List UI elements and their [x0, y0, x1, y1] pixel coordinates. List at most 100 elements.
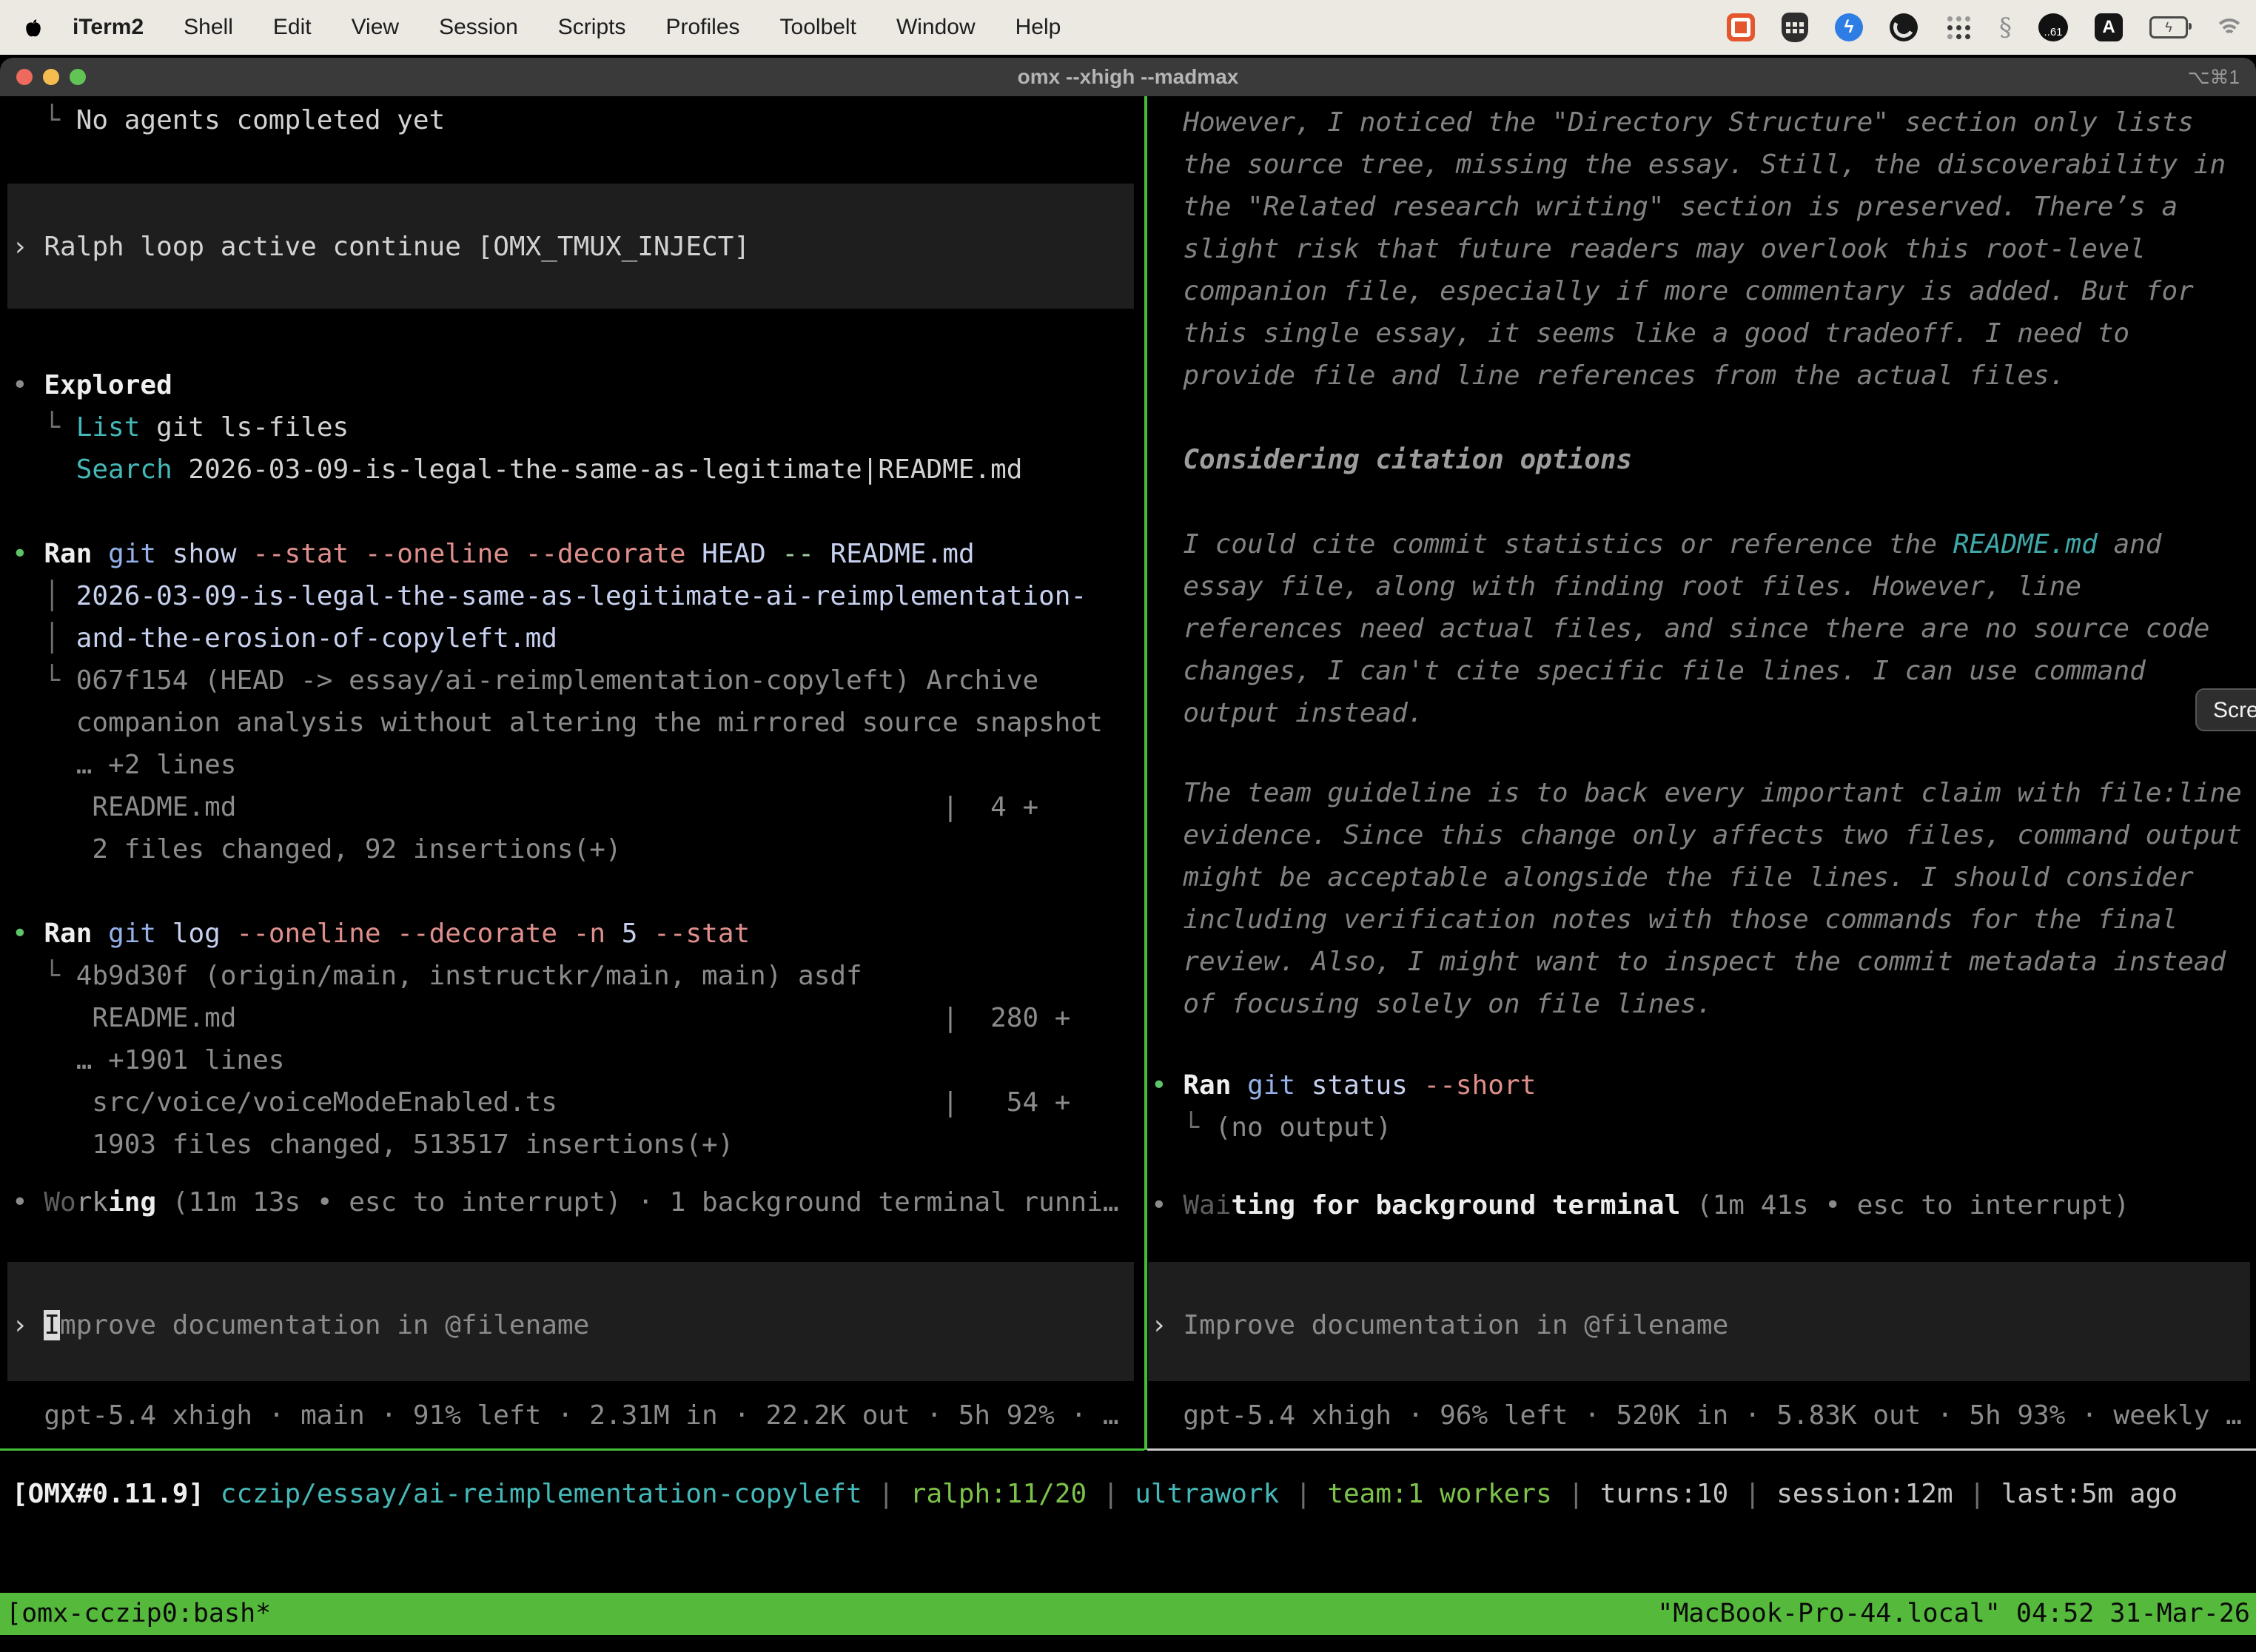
- terminal-text-segment: 1903 files changed, 513517 insertions(+): [12, 1129, 733, 1160]
- terminal-line: › Improve documentation in @filename: [1151, 1304, 1728, 1346]
- terminal-line: └ No agents completed yet: [12, 99, 445, 141]
- terminal-text-segment: I could cite commit statistics or refere…: [1151, 529, 1953, 560]
- letter-a-menu-icon[interactable]: A: [2095, 13, 2123, 41]
- menu-item-profiles[interactable]: Profiles: [665, 15, 739, 40]
- window-title-bar: omx --xhigh --madmax ⌥⌘1: [0, 58, 2256, 96]
- terminal-line: slight risk that future readers may over…: [1151, 228, 2146, 270]
- wifi-icon[interactable]: [2215, 16, 2244, 39]
- terminal-text-segment: [637, 919, 654, 949]
- terminal-text-segment: (no output): [1215, 1112, 1391, 1143]
- terminal-text-segment: •: [1151, 1070, 1183, 1101]
- counter-badge-menu-icon[interactable]: ..61: [2038, 13, 2068, 41]
- terminal-text-segment: slight risk that future readers may over…: [1151, 234, 2146, 264]
- menu-item-toolbelt[interactable]: Toolbelt: [780, 15, 856, 40]
- terminal-text-segment: [381, 919, 397, 949]
- terminal-line: However, I noticed the "Directory Struct…: [1151, 101, 2194, 144]
- squiggle-menu-icon[interactable]: §: [1999, 13, 2012, 42]
- terminal-text-segment: 2026-03-09-is-legal-the-same-as-legitima…: [172, 454, 1023, 485]
- terminal-text-segment: --oneline: [365, 539, 509, 569]
- terminal-line: references need actual files, and since …: [1151, 608, 2209, 650]
- menu-item-help[interactable]: Help: [1015, 15, 1061, 40]
- terminal-line: the source tree, missing the essay. Stil…: [1151, 144, 2226, 186]
- terminal-text-segment: this single essay, it seems like a good …: [1151, 318, 2129, 349]
- terminal-line: provide file and line references from th…: [1151, 355, 2065, 397]
- terminal-text-segment: 5: [622, 919, 638, 949]
- menu-item-scripts[interactable]: Scripts: [558, 15, 626, 40]
- terminal-text-segment: --oneline: [237, 919, 381, 949]
- terminal-text-segment: [92, 919, 108, 949]
- terminal-text-segment: Ran: [44, 919, 92, 949]
- chat-app-menu-icon[interactable]: [1727, 13, 1755, 41]
- terminal-text-segment: [509, 539, 526, 569]
- terminal-text-segment: companion file, especially if more comme…: [1151, 276, 2194, 306]
- terminal-text-segment: companion analysis without altering the …: [12, 708, 1103, 738]
- dots-grid-menu-icon[interactable]: [1944, 13, 1973, 41]
- terminal-text-segment: [156, 539, 172, 569]
- menu-item-iterm2[interactable]: iTerm2: [73, 15, 144, 40]
- terminal-text-segment: team:1 workers: [1327, 1479, 1551, 1509]
- terminal-text-segment: └: [12, 412, 76, 443]
- terminal-text-segment: •: [12, 539, 44, 569]
- terminal-line: companion analysis without altering the …: [12, 702, 1103, 744]
- terminal-text-segment: session:12m: [1776, 1479, 1953, 1509]
- terminal-text-segment: I: [44, 1310, 60, 1340]
- terminal-line: • Ran git status --short: [1151, 1064, 1536, 1107]
- terminal-text-segment: gpt-5.4 xhigh · main · 91% left · 2.31M …: [12, 1400, 1119, 1431]
- terminal-text-segment: |: [1953, 1479, 2001, 1509]
- terminal-text-segment: git ls-files: [140, 412, 349, 443]
- menu-item-edit[interactable]: Edit: [273, 15, 312, 40]
- terminal-text-segment: the "Related research writing" section i…: [1151, 192, 2178, 222]
- menu-item-view[interactable]: View: [352, 15, 399, 40]
- terminal-text-segment: README.md: [830, 539, 975, 569]
- terminal-text-segment: [237, 539, 253, 569]
- terminal-text-segment: [204, 1479, 221, 1509]
- terminal-text-segment: 4b9d30f (origin/main, instructkr/main, m…: [76, 961, 862, 991]
- lightning-badge-menu-icon[interactable]: ϟ: [1835, 13, 1863, 41]
- menu-item-window[interactable]: Window: [896, 15, 976, 40]
- tmux-host-clock-label: "MacBook-Pro-44.local" 04:52 31-Mar-26: [1657, 1593, 2250, 1635]
- menu-item-shell[interactable]: Shell: [184, 15, 233, 40]
- terminal-line: … +2 lines: [12, 744, 236, 786]
- terminal-text-segment: -n: [574, 919, 605, 949]
- menu-item-session[interactable]: Session: [439, 15, 518, 40]
- terminal-line: output instead.: [1151, 692, 1423, 734]
- terminal-text-segment: Ran: [44, 539, 92, 569]
- terminal-line: I could cite commit statistics or refere…: [1151, 523, 2161, 565]
- terminal-text-segment: |: [862, 1479, 910, 1509]
- terminal-text-segment: essay file, along with finding root file…: [1151, 571, 2081, 602]
- terminal-text-segment: [557, 919, 574, 949]
- terminal-text-segment: --short: [1424, 1070, 1537, 1101]
- terminal-text-segment: and-the-erosion-of-copyleft.md: [76, 623, 557, 654]
- terminal-text-segment: 2 files changed, 92 insertions(+): [12, 834, 622, 864]
- terminal-text-segment: evidence. Since this change only affects…: [1151, 820, 2242, 850]
- terminal-text-segment: |: [1087, 1479, 1135, 1509]
- apple-menu-icon[interactable]: [25, 18, 41, 37]
- terminal-text-segment: ing: [108, 1187, 156, 1218]
- terminal-text-segment: •: [12, 919, 44, 949]
- pane-divider[interactable]: [1144, 96, 1147, 1450]
- terminal-line: • Waiting for background terminal (1m 41…: [1151, 1184, 2129, 1226]
- right-pane-bottom-border: [1147, 1448, 2256, 1451]
- terminal-line: └ 067f154 (HEAD -> essay/ai-reimplementa…: [12, 659, 1038, 702]
- terminal-text-segment: changes, I can't cite specific file line…: [1151, 656, 2146, 686]
- left-pane-bottom-border: [0, 1448, 1144, 1451]
- shield-grid-menu-icon[interactable]: [1782, 13, 1808, 42]
- terminal-text-segment: |: [1279, 1479, 1327, 1509]
- terminal-text-segment: └: [1151, 1112, 1215, 1143]
- terminal-text-segment: including verification notes with those …: [1151, 904, 2178, 935]
- terminal-text-segment: src/voice/voiceModeEnabled.ts | 54 +: [12, 1087, 1070, 1118]
- terminal-text-segment: HEAD: [702, 539, 766, 569]
- terminal-text-segment: Ralph loop active continue [OMX_TMUX_INJ…: [44, 232, 750, 262]
- battery-icon[interactable]: ϟ: [2149, 16, 2188, 38]
- terminal-line: evidence. Since this change only affects…: [1151, 814, 2242, 856]
- terminal-text-segment: |: [1728, 1479, 1776, 1509]
- terminal-line: gpt-5.4 xhigh · main · 91% left · 2.31M …: [12, 1394, 1119, 1437]
- terminal-text-segment: README.md | 280 +: [12, 1003, 1070, 1033]
- terminal-text-segment: git: [108, 539, 156, 569]
- terminal-line: › Improve documentation in @filename: [12, 1304, 589, 1346]
- terminal-text-segment: --stat: [252, 539, 349, 569]
- pie-menu-icon[interactable]: [1890, 13, 1918, 41]
- terminal-text-segment: •: [12, 370, 44, 400]
- terminal-text-segment: 067f154 (HEAD -> essay/ai-reimplementati…: [76, 665, 1038, 696]
- terminal-text-segment: No agents completed yet: [76, 105, 446, 135]
